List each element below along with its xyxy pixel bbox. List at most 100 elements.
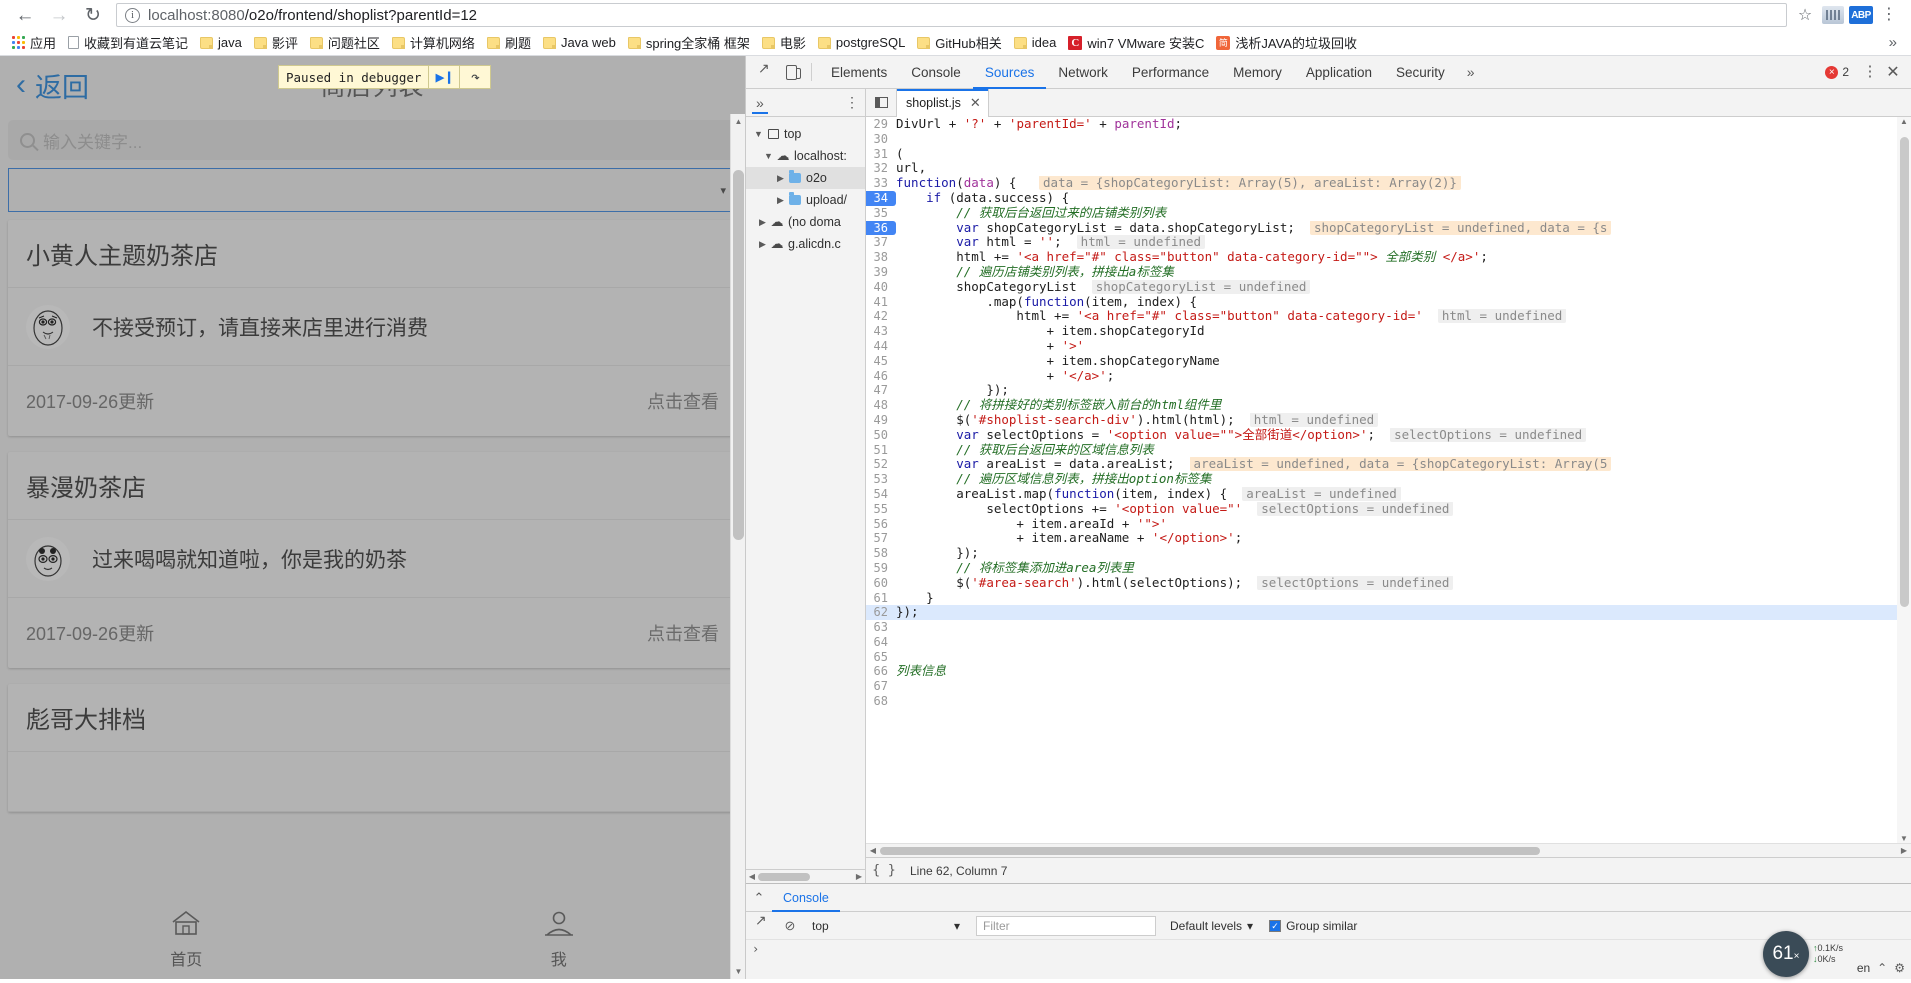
twisty-icon[interactable]: ▶ xyxy=(756,217,769,228)
area-select-dropdown[interactable]: ▾ xyxy=(8,168,737,212)
line-number[interactable]: 57 xyxy=(866,531,896,546)
editor-scroll-left-arrow[interactable]: ◀ xyxy=(866,844,880,858)
reload-button[interactable]: ↻ xyxy=(76,0,110,30)
line-number[interactable]: 29 xyxy=(866,117,896,132)
code-line[interactable]: 48 // 将拼接好的类别标签嵌入前台的html组件里 xyxy=(866,398,1911,413)
code-line[interactable]: 55 selectOptions += '<option value="' se… xyxy=(866,501,1911,517)
line-number[interactable]: 56 xyxy=(866,517,896,532)
search-input[interactable]: 输入关键字... xyxy=(8,120,737,160)
code-line[interactable]: 35 // 获取后台返回过来的店铺类别列表 xyxy=(866,206,1911,221)
line-number[interactable]: 43 xyxy=(866,324,896,339)
code-line[interactable]: 67 xyxy=(866,679,1911,694)
bookmark-item-vmware[interactable]: C win7 VMware 安装C xyxy=(1062,32,1210,54)
code-line[interactable]: 51 // 获取后台返回来的区域信息列表 xyxy=(866,443,1911,458)
line-number[interactable]: 58 xyxy=(866,546,896,561)
tab-security[interactable]: Security xyxy=(1384,56,1457,89)
twisty-icon[interactable]: ▼ xyxy=(752,129,765,139)
devtools-kebab-icon[interactable]: ⋮ xyxy=(1859,64,1881,79)
code-line[interactable]: 31( xyxy=(866,147,1911,162)
console-output[interactable]: › xyxy=(746,940,1911,979)
gear-icon[interactable]: ⚙ xyxy=(1894,961,1905,975)
line-number[interactable]: 47 xyxy=(866,383,896,398)
bookmarks-overflow-icon[interactable]: » xyxy=(1881,34,1905,51)
line-number[interactable]: 46 xyxy=(866,369,896,384)
code-line[interactable]: 37 var html = ''; html = undefined xyxy=(866,235,1911,250)
step-over-icon[interactable]: ↷ xyxy=(460,68,490,86)
twisty-icon[interactable]: ▶ xyxy=(774,173,787,184)
bookmark-item-networking[interactable]: 计算机网络 xyxy=(386,32,481,54)
line-number[interactable]: 31 xyxy=(866,147,896,162)
tree-item-upload[interactable]: ▶ upload/ xyxy=(746,189,865,211)
code-line[interactable]: 60 $('#area-search').html(selectOptions)… xyxy=(866,575,1911,591)
code-line[interactable]: 29 DivUrl + '?' + 'parentId=' + parentId; xyxy=(866,117,1911,132)
drawer-tab-console[interactable]: Console xyxy=(772,884,840,912)
tree-item-top[interactable]: ▼ top xyxy=(746,123,865,145)
code-line[interactable]: 52 var areaList = data.areaList; areaLis… xyxy=(866,457,1911,472)
address-bar[interactable]: i localhost:8080/o2o/frontend/shoplist?p… xyxy=(116,3,1787,27)
editor-vscroll-thumb[interactable] xyxy=(1900,137,1909,607)
code-line[interactable]: 33 function(data) { data = {shopCategoryL… xyxy=(866,176,1911,191)
console-context-select[interactable]: top ▾ xyxy=(806,916,966,936)
tree-item-localhost[interactable]: ▼ ☁ localhost: xyxy=(746,145,865,167)
code-line[interactable]: 64 xyxy=(866,635,1911,650)
line-number[interactable]: 65 xyxy=(866,650,896,665)
line-number[interactable]: 45 xyxy=(866,354,896,369)
line-number[interactable]: 35 xyxy=(866,206,896,221)
twisty-icon[interactable]: ▼ xyxy=(762,151,775,161)
line-number[interactable]: 33 xyxy=(866,176,896,191)
editor-scroll-right-arrow[interactable]: ▶ xyxy=(1897,844,1911,858)
network-speed-widget[interactable]: 61× 0.1K/s 0K/s xyxy=(1762,931,1843,977)
tab-home[interactable]: 首页 xyxy=(0,899,373,979)
code-line[interactable]: 57 + item.areaName + '</option>'; xyxy=(866,531,1911,546)
bookmark-item-idea[interactable]: idea xyxy=(1008,32,1063,54)
tree-item-o2o[interactable]: ▶ o2o xyxy=(746,167,865,189)
bookmark-item-youdao[interactable]: 收藏到有道云笔记 xyxy=(62,32,194,54)
code-line[interactable]: 50 var selectOptions = '<option value=""… xyxy=(866,427,1911,443)
breakpoint-marker[interactable]: 36 xyxy=(866,220,896,236)
line-number[interactable]: 42 xyxy=(866,309,896,324)
tab-memory[interactable]: Memory xyxy=(1221,56,1294,89)
console-filter-input[interactable]: Filter xyxy=(976,915,1156,936)
code-line[interactable]: 66 列表信息 xyxy=(866,664,1911,679)
code-line[interactable]: 39 // 遍历店铺类别列表，拼接出a标签集 xyxy=(866,265,1911,280)
line-number[interactable]: 61 xyxy=(866,591,896,606)
code-line[interactable]: 56 + item.areaId + '">' xyxy=(866,517,1911,532)
clear-console-icon[interactable]: ⊘ xyxy=(778,918,802,934)
page-scrollbar[interactable]: ▲ ▼ xyxy=(730,114,745,979)
code-line[interactable]: 45 + item.shopCategoryName xyxy=(866,354,1911,369)
bookmark-item-apps[interactable]: 应用 xyxy=(6,32,62,54)
ime-caret-icon[interactable]: ⌃ xyxy=(1877,961,1887,975)
line-number[interactable]: 37 xyxy=(866,235,896,250)
tab-elements[interactable]: Elements xyxy=(819,56,899,89)
line-number[interactable]: 64 xyxy=(866,635,896,650)
line-number[interactable]: 53 xyxy=(866,472,896,487)
bookmark-item-java-gc[interactable]: 简 浅析JAVA的垃圾回收 xyxy=(1210,32,1363,54)
panel-toggle-icon[interactable] xyxy=(866,97,896,108)
code-line[interactable]: 62}); xyxy=(866,605,1911,621)
code-line[interactable]: 49 $('#shoplist-search-div').html(html);… xyxy=(866,412,1911,428)
shop-card[interactable]: 彪哥大排档 xyxy=(8,684,737,812)
pretty-print-icon[interactable]: { } xyxy=(866,863,902,878)
tab-network[interactable]: Network xyxy=(1046,56,1120,89)
navigator-expand-icon[interactable]: » xyxy=(752,91,768,114)
code-line[interactable]: 38 html += '<a href="#" class="button" d… xyxy=(866,250,1911,265)
editor-horizontal-scrollbar[interactable]: ◀ ▶ xyxy=(866,843,1911,857)
bookmark-item-films[interactable]: 电影 xyxy=(756,32,812,54)
code-line[interactable]: 30 xyxy=(866,132,1911,147)
code-line[interactable]: 54 areaList.map(function(item, index) { … xyxy=(866,486,1911,502)
tab-sources[interactable]: Sources xyxy=(973,56,1047,89)
line-number[interactable]: 55 xyxy=(866,502,896,517)
drawer-collapse-icon[interactable]: ⌃ xyxy=(746,890,772,906)
code-line[interactable]: 43 + item.shopCategoryId xyxy=(866,324,1911,339)
inspect-cursor-icon[interactable] xyxy=(752,59,778,85)
bookmark-item-qa-community[interactable]: 问题社区 xyxy=(304,32,386,54)
bookmark-star-icon[interactable]: ☆ xyxy=(1791,1,1819,29)
tab-console[interactable]: Console xyxy=(899,56,973,89)
code-line[interactable]: 59 // 将标签集添加进area列表里 xyxy=(866,561,1911,576)
navigator-scroll-right-arrow[interactable]: ▶ xyxy=(853,870,865,884)
scroll-up-arrow[interactable]: ▲ xyxy=(731,114,745,129)
editor-file-tab[interactable]: shoplist.js ✕ xyxy=(896,88,989,117)
bookmark-item-java[interactable]: java xyxy=(194,32,248,54)
devtools-tabs-overflow-icon[interactable]: » xyxy=(1457,64,1485,80)
device-toolbar-icon[interactable] xyxy=(778,59,804,85)
